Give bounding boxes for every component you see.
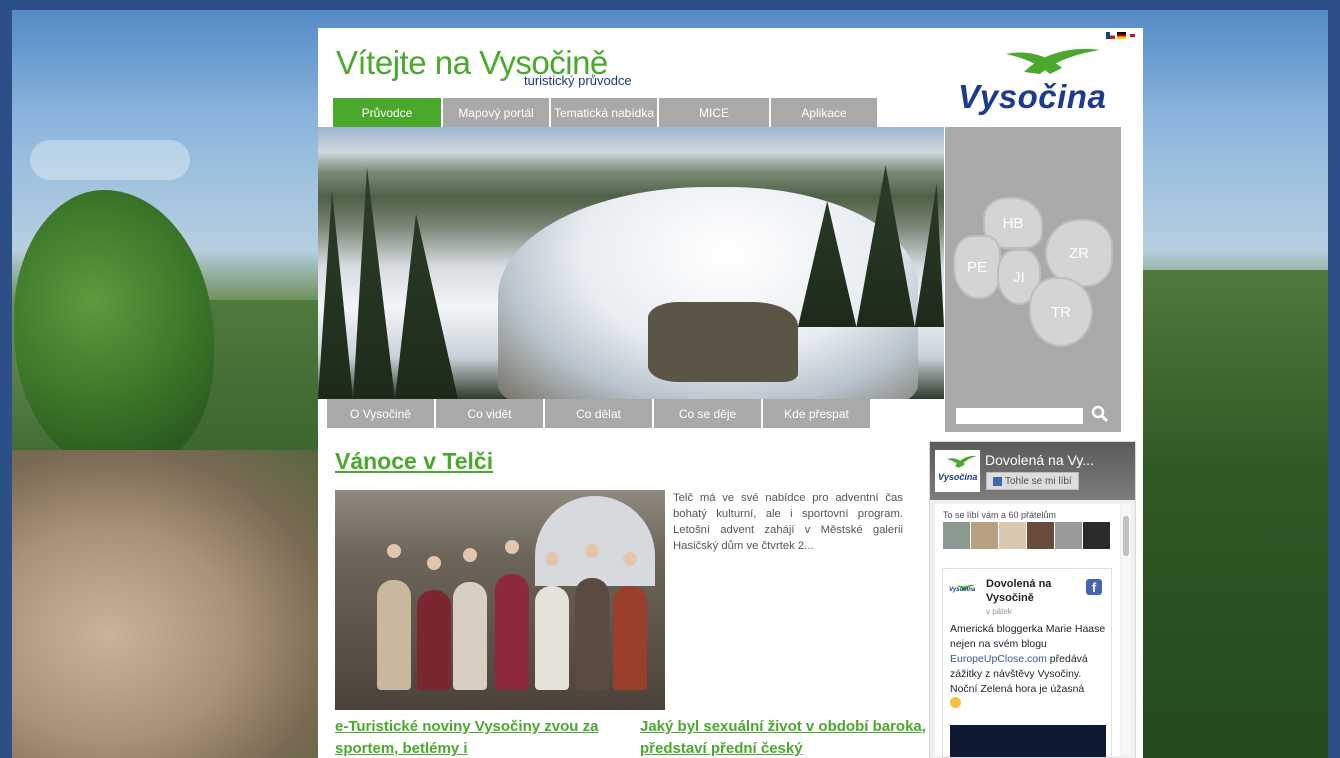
nav-tab-tematicka-nabidka[interactable]: Tematická nabídka [551, 98, 657, 127]
photo-head [623, 552, 637, 566]
nav-tab-aplikace[interactable]: Aplikace [771, 98, 877, 127]
flag-de-icon[interactable] [1117, 32, 1126, 39]
subnav-kde-prespat[interactable]: Kde přespat [763, 399, 870, 428]
hero-trees [318, 167, 458, 399]
avatar[interactable] [943, 522, 970, 549]
facebook-post-time[interactable]: v pátek [986, 607, 1012, 616]
avatar[interactable] [999, 522, 1026, 549]
top-navigation: Průvodce Mapový portál Tematická nabídka… [333, 98, 877, 127]
photo-person [453, 582, 487, 690]
hero-image [318, 127, 944, 399]
facebook-post-text: Americká bloggerka Marie Haase nejen na … [950, 622, 1108, 713]
facebook-icon[interactable]: f [1086, 579, 1102, 595]
photo-person [535, 586, 569, 690]
scrollbar-thumb[interactable] [1123, 516, 1129, 556]
subnav-co-delat[interactable]: Co dělat [545, 399, 652, 428]
article-excerpt: Telč má ve své nabídce pro adventní čas … [673, 492, 903, 552]
news-link[interactable]: e-Turistické noviny Vysočiny zvou za spo… [335, 716, 625, 758]
logo-text: Vysočina [958, 78, 1107, 115]
article-photo[interactable] [335, 490, 665, 710]
search-icon[interactable] [1091, 405, 1109, 423]
background-forest-right [1140, 270, 1328, 758]
map-region-tr[interactable]: TR [1029, 277, 1093, 347]
photo-person [495, 574, 529, 690]
avatar[interactable] [971, 522, 998, 549]
flag-en-icon[interactable] [1128, 32, 1137, 39]
facebook-post-link[interactable]: EuropeUpClose.com [950, 653, 1047, 665]
photo-head [427, 556, 441, 570]
avatar[interactable] [1083, 522, 1110, 549]
facebook-page-logo[interactable]: Vysočina [935, 450, 980, 492]
photo-person [613, 586, 647, 690]
facebook-logo-text: Vysočina [938, 472, 978, 482]
photo-head [505, 540, 519, 554]
avatar[interactable] [1027, 522, 1054, 549]
logo-swoosh-icon [947, 455, 977, 468]
language-switcher [1106, 32, 1137, 39]
news-link[interactable]: Jaký byl sexuální život v období baroka,… [640, 716, 930, 758]
thumbs-up-icon [950, 697, 961, 708]
hero-rockface [648, 302, 798, 382]
article-title[interactable]: Vánoce v Telči [335, 448, 493, 475]
facebook-scrollbar[interactable] [1121, 504, 1131, 756]
nav-tab-mapovy-portal[interactable]: Mapový portál [443, 98, 549, 127]
page-container: Vítejte na Vysočině turistický průvodce … [318, 28, 1143, 758]
nav-tab-pruvodce[interactable]: Průvodce [333, 98, 441, 127]
photo-head [463, 548, 477, 562]
facebook-f-icon [993, 476, 1002, 486]
facebook-header: Vysočina Dovolená na Vy... Tohle se mi l… [930, 442, 1135, 500]
subnav-co-videt[interactable]: Co vidět [436, 399, 543, 428]
region-map: HB PE JI ZR TR [945, 127, 1121, 432]
photo-person [417, 590, 451, 690]
facebook-post-logo-text: Vysočina [949, 587, 976, 593]
facebook-friends-text: To se líbí vám a 60 přátelům [943, 510, 1057, 520]
subnav-o-vysocine[interactable]: O Vysočině [327, 399, 434, 428]
vysocina-logo[interactable]: Vysočina [954, 44, 1107, 116]
background-cloud [30, 140, 190, 180]
facebook-page-name[interactable]: Dovolená na Vy... [985, 452, 1094, 468]
nav-tab-mice[interactable]: MICE [659, 98, 769, 127]
facebook-post-text-part: Americká bloggerka Marie Haase nejen na … [950, 623, 1106, 650]
avatar[interactable] [1055, 522, 1082, 549]
sub-navigation: O Vysočině Co vidět Co dělat Co se děje … [327, 399, 870, 428]
photo-person [377, 580, 411, 690]
flag-cz-icon[interactable] [1106, 32, 1115, 39]
facebook-friend-avatars [935, 522, 1120, 549]
photo-head [545, 552, 559, 566]
subnav-co-se-deje[interactable]: Co se děje [654, 399, 761, 428]
facebook-like-label: Tohle se mi líbí [1005, 475, 1072, 487]
background-cliff [12, 450, 332, 758]
photo-head [387, 544, 401, 558]
photo-head [585, 544, 599, 558]
facebook-post-logo[interactable]: Vysočina [949, 579, 977, 601]
search-input[interactable] [956, 408, 1083, 424]
facebook-like-button[interactable]: Tohle se mi líbí [986, 472, 1079, 490]
photo-arch [535, 496, 655, 586]
facebook-post: Vysočina Dovolená na Vysočině v pátek f … [942, 568, 1112, 758]
photo-person [575, 578, 609, 690]
facebook-post-author[interactable]: Dovolená na Vysočině [986, 577, 1076, 605]
facebook-feed: To se líbí vám a 60 přátelům Vysočina Do… [935, 504, 1120, 758]
facebook-post-image[interactable] [950, 725, 1106, 757]
site-subtitle: turistický průvodce [524, 73, 632, 88]
map-region-pe[interactable]: PE [953, 235, 1001, 299]
facebook-widget: Vysočina Dovolená na Vy... Tohle se mi l… [929, 441, 1136, 758]
